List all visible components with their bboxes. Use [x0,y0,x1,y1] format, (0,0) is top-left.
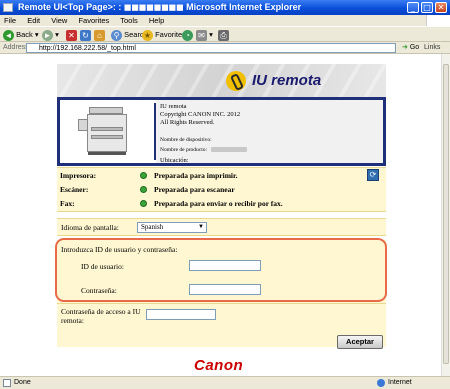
page-icon [3,379,11,387]
menu-favorites[interactable]: Favorites [78,16,109,25]
favorites-button[interactable]: ★ Favorites [142,29,186,41]
printer-label: Impresora: [60,171,97,180]
address-url: http://192.168.222.58/_top.html [39,45,136,52]
device-status-panel: Impresora: Preparada para imprimir. Escá… [57,167,386,212]
status-row-scanner: Escáner: Preparada para escanear [57,183,386,196]
back-label: Back [16,30,33,39]
copyright: Copyright CANON INC. 2012 [160,111,241,118]
rights-reserved: All Rights Reserved. [160,119,215,126]
window-title: Remote UI<Top Page>: : ◼◼◼◼◼◼◼◼ Microsof… [18,2,302,12]
toolbar: ◄ Back ▾ ► ▾ ✕ ↻ ⌂ ⚲ Search ★ Favorites … [0,26,450,42]
menu-view[interactable]: View [51,16,67,25]
back-arrow-icon: ◄ [3,29,14,41]
mail-icon: ✉ [196,29,207,41]
status-row-printer: Impresora: Preparada para imprimir. [57,169,386,182]
go-label: Go [409,44,420,51]
address-bar: Address http://192.168.222.58/_top.html … [0,42,450,54]
page-content: IU remota IU remota Copyright CANON INC.… [0,54,441,376]
home-icon: ⌂ [94,29,105,41]
favorites-star-icon: ★ [142,29,153,41]
mail-button[interactable]: ✉ ▾ [196,29,213,41]
language-row: Idioma de pantalla: Spanish ▼ [57,218,386,236]
language-selected: Spanish [141,223,164,231]
scrollbar-thumb[interactable] [443,64,449,364]
canon-logo: Canon [194,357,244,374]
status-ok-icon [140,172,147,179]
product-value-redacted [211,147,248,153]
status-zone: Internet [388,379,412,386]
go-arrow-icon: ➜ [402,44,408,51]
menu-bar: File Edit View Favorites Tools Help [0,15,450,26]
close-button[interactable]: ✕ [435,2,447,13]
location-label: Ubicación: [160,157,189,164]
stop-icon: ✕ [66,29,77,41]
history-icon: ◔ [182,29,193,41]
forward-arrow-icon: ► [42,29,53,41]
scanner-label: Escáner: [60,185,89,194]
status-ok-icon [140,186,147,193]
refresh-button[interactable]: ↻ [80,29,91,41]
refresh-status-button[interactable]: ⟳ [367,169,379,181]
minimize-button[interactable]: _ [407,2,419,13]
language-label: Idioma de pantalla: [61,223,119,232]
device-info-text: IU remota Copyright CANON INC. 2012 All … [156,100,383,164]
status-bar: Done Internet [0,376,450,389]
fax-label: Fax: [60,199,75,208]
language-select[interactable]: Spanish ▼ [137,222,207,233]
vertical-scrollbar[interactable] [441,54,450,376]
search-icon: ⚲ [111,29,122,41]
back-button[interactable]: ◄ Back ▾ [3,29,39,41]
copier-icon [78,107,127,157]
menu-tools[interactable]: Tools [120,16,138,25]
scanner-status: Preparada para escanear [154,185,235,194]
window-titlebar: Remote UI<Top Page>: : ◼◼◼◼◼◼◼◼ Microsof… [0,0,450,15]
menu-help[interactable]: Help [149,16,164,25]
device-name-label: Nombre de dispositivo: [160,137,212,143]
device-image [63,103,156,160]
forward-button[interactable]: ► ▾ [42,29,59,41]
print-icon: ⎙ [218,29,229,41]
go-button[interactable]: ➜ Go [402,42,419,54]
home-button[interactable]: ⌂ [94,29,105,41]
status-row-fax: Fax: Preparada para enviar o recibir por… [57,197,386,210]
remote-ui-logo-icon [226,71,246,91]
login-highlight-frame [55,238,387,302]
status-ok-icon [140,200,147,207]
accept-button[interactable]: Aceptar [337,335,383,349]
device-info-panel: IU remota Copyright CANON INC. 2012 All … [57,97,386,166]
remote-password-input[interactable] [146,309,216,320]
chevron-down-icon: ▼ [198,224,204,230]
remote-password-label: Contraseña de acceso a IU remota: [61,307,141,325]
menu-file[interactable]: File [4,16,16,25]
header-brand: IU remota [252,72,322,89]
fax-status: Preparada para enviar o recibir por fax. [154,199,283,208]
stop-button[interactable]: ✕ [66,29,77,41]
product-name: IU remota [160,103,187,110]
product-label: Nombre de producto: [160,147,208,153]
address-label: Address [3,44,29,51]
maximize-button[interactable]: □ [421,2,433,13]
remote-ui-header: IU remota [57,64,386,99]
links-button[interactable]: Links [424,42,440,54]
menu-edit[interactable]: Edit [27,16,40,25]
internet-zone-icon [377,379,385,387]
status-done: Done [14,379,31,386]
history-button[interactable]: ◔ [182,29,193,41]
address-input[interactable]: http://192.168.222.58/_top.html [26,43,396,53]
printer-status: Preparada para imprimir. [154,171,238,180]
ie-icon [3,3,13,12]
windows-logo [426,15,450,26]
print-button[interactable]: ⎙ [218,29,229,41]
refresh-icon: ↻ [80,29,91,41]
